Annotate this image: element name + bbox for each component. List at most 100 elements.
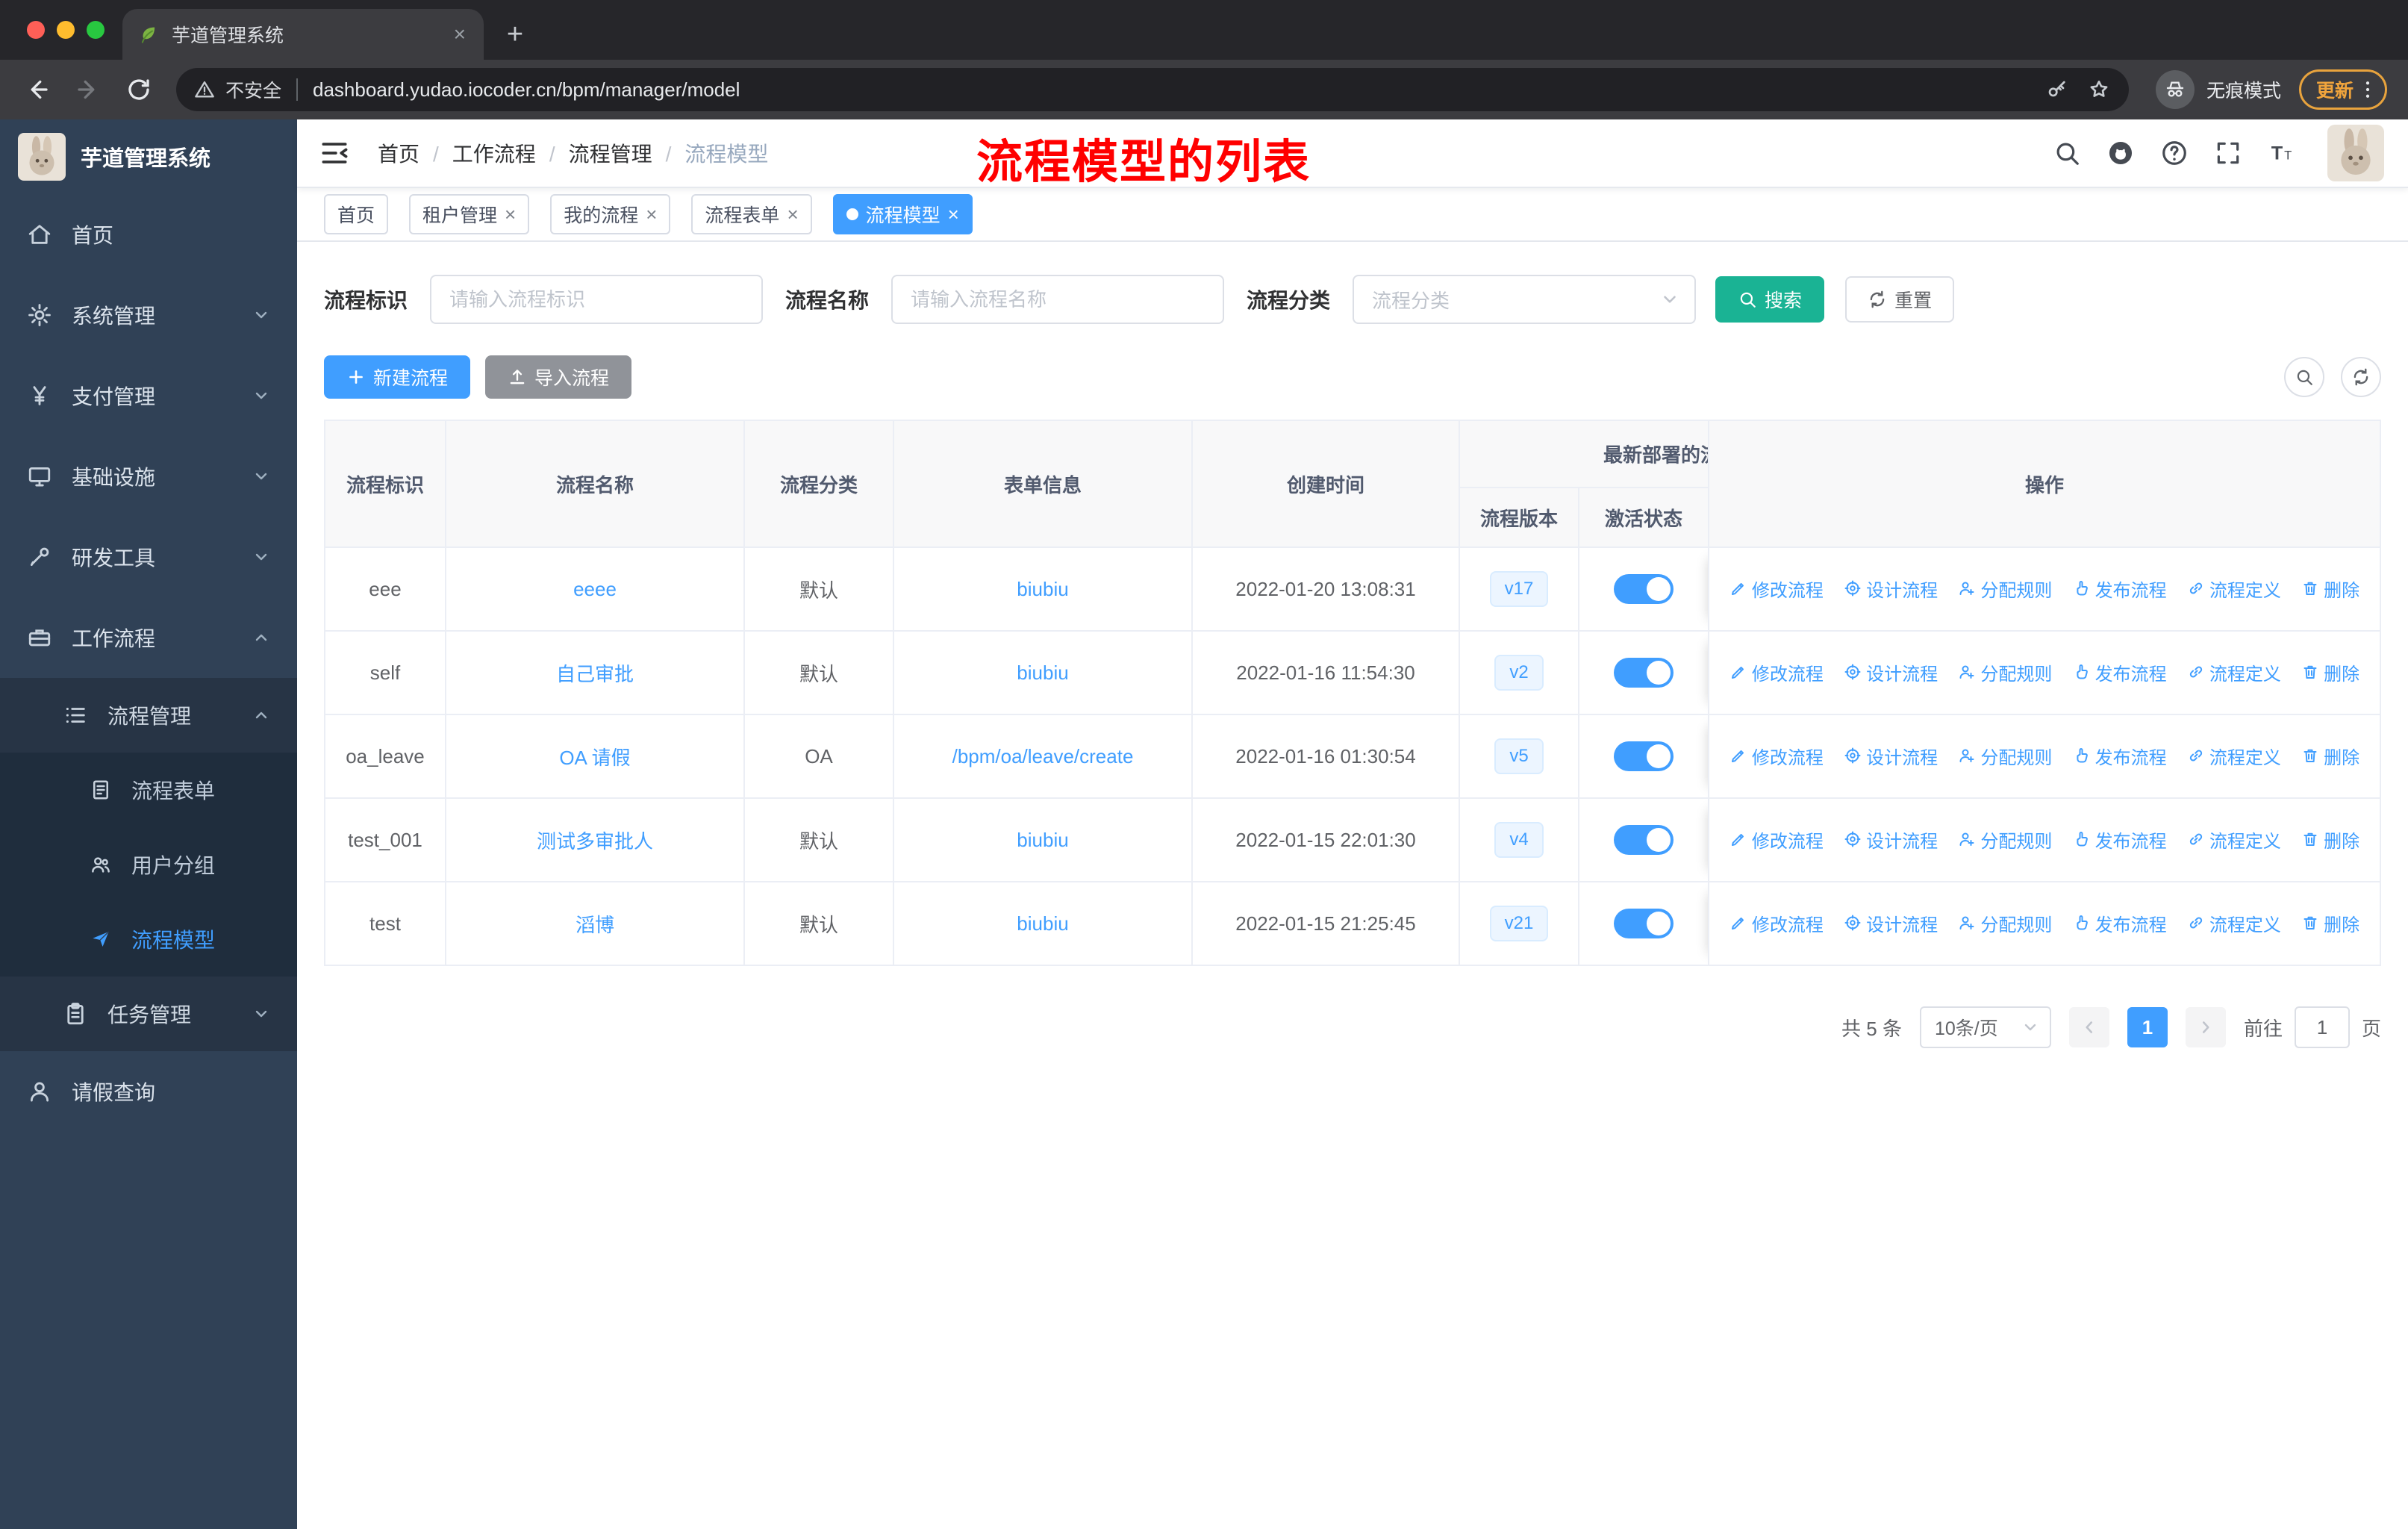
tag-my-process[interactable]: 我的流程 × (550, 194, 671, 234)
sidebar-item-process-management[interactable]: 流程管理 (0, 678, 297, 753)
status-toggle[interactable] (1614, 658, 1674, 688)
sidebar-item-process-form[interactable]: 流程表单 (0, 753, 297, 827)
github-icon[interactable] (2106, 139, 2135, 167)
create-process-button[interactable]: 新建流程 (324, 355, 471, 399)
design-process-link[interactable]: 设计流程 (1844, 659, 1938, 685)
sidebar-item-leave-query[interactable]: 请假查询 (0, 1051, 297, 1132)
menu-collapse-button[interactable] (318, 137, 351, 169)
close-icon[interactable]: × (948, 205, 959, 224)
publish-process-link[interactable]: 发布流程 (2073, 659, 2167, 685)
browser-menu-icon[interactable] (2356, 78, 2379, 101)
search-icon[interactable] (2053, 139, 2081, 167)
delete-process-link[interactable]: 删除 (2301, 659, 2359, 685)
window-zoom-button[interactable] (87, 21, 105, 39)
status-toggle[interactable] (1614, 909, 1674, 938)
tag-process-model[interactable]: 流程模型 × (832, 194, 973, 234)
breadcrumb-workflow[interactable]: 工作流程 (452, 138, 569, 168)
status-toggle[interactable] (1614, 741, 1674, 771)
delete-process-link[interactable]: 删除 (2301, 576, 2359, 602)
sidebar-item-payment[interactable]: 支付管理 (0, 355, 297, 436)
tag-home[interactable]: 首页 (324, 194, 389, 234)
sidebar-item-workflow[interactable]: 工作流程 (0, 597, 297, 678)
status-toggle[interactable] (1614, 825, 1674, 855)
publish-process-link[interactable]: 发布流程 (2073, 576, 2167, 602)
breadcrumb-home[interactable]: 首页 (378, 138, 452, 168)
assign-rule-link[interactable]: 分配规则 (1958, 826, 2052, 853)
sidebar-item-task-management[interactable]: 任务管理 (0, 977, 297, 1051)
sidebar-item-user-group[interactable]: 用户分组 (0, 827, 297, 902)
edit-process-link[interactable]: 修改流程 (1729, 826, 1824, 853)
tag-tenant[interactable]: 租户管理 × (409, 194, 530, 234)
prev-page-button[interactable] (2068, 1007, 2109, 1047)
process-name-link[interactable]: eeee (573, 578, 617, 600)
edit-process-link[interactable]: 修改流程 (1729, 743, 1824, 769)
page-size-select[interactable]: 10条/页 (1919, 1006, 2051, 1048)
process-id-input[interactable] (430, 275, 764, 324)
sidebar-item-process-model[interactable]: 流程模型 (0, 902, 297, 977)
next-page-button[interactable] (2185, 1007, 2226, 1047)
edit-process-link[interactable]: 修改流程 (1729, 910, 1824, 936)
forward-button[interactable] (66, 67, 110, 112)
search-button[interactable]: 搜索 (1715, 276, 1825, 323)
form-info-link[interactable]: biubiu (1017, 829, 1068, 851)
help-icon[interactable] (2160, 139, 2189, 167)
delete-process-link[interactable]: 删除 (2301, 826, 2359, 853)
address-bar[interactable]: 不安全 dashboard.yudao.iocoder.cn/bpm/manag… (176, 68, 2129, 111)
goto-page-input[interactable] (2294, 1006, 2350, 1048)
status-toggle[interactable] (1614, 574, 1674, 604)
window-minimize-button[interactable] (57, 21, 75, 39)
new-tab-button[interactable]: + (493, 12, 537, 57)
delete-process-link[interactable]: 删除 (2301, 743, 2359, 769)
font-size-icon[interactable] (2268, 139, 2296, 167)
publish-process-link[interactable]: 发布流程 (2073, 743, 2167, 769)
process-name-input[interactable] (891, 275, 1225, 324)
process-name-link[interactable]: 测试多审批人 (537, 830, 653, 853)
design-process-link[interactable]: 设计流程 (1844, 743, 1938, 769)
form-info-link[interactable]: biubiu (1017, 661, 1068, 684)
sidebar-item-infra[interactable]: 基础设施 (0, 436, 297, 517)
app-logo[interactable]: 芋道管理系统 (0, 119, 297, 194)
form-info-link[interactable]: biubiu (1017, 578, 1068, 600)
refresh-table-button[interactable] (2341, 357, 2381, 397)
tag-process-form[interactable]: 流程表单 × (691, 194, 812, 234)
design-process-link[interactable]: 设计流程 (1844, 826, 1938, 853)
breadcrumb-process-management[interactable]: 流程管理 (569, 138, 685, 168)
close-icon[interactable]: × (646, 205, 657, 224)
process-name-link[interactable]: OA 请假 (559, 747, 630, 769)
publish-process-link[interactable]: 发布流程 (2073, 910, 2167, 936)
delete-process-link[interactable]: 删除 (2301, 910, 2359, 936)
process-definition-link[interactable]: 流程定义 (2187, 659, 2281, 685)
import-process-button[interactable]: 导入流程 (485, 355, 632, 399)
assign-rule-link[interactable]: 分配规则 (1958, 576, 2052, 602)
sidebar-item-home[interactable]: 首页 (0, 194, 297, 275)
window-close-button[interactable] (27, 21, 45, 39)
publish-process-link[interactable]: 发布流程 (2073, 826, 2167, 853)
form-info-link[interactable]: biubiu (1017, 912, 1068, 935)
process-definition-link[interactable]: 流程定义 (2187, 576, 2281, 602)
edit-process-link[interactable]: 修改流程 (1729, 659, 1824, 685)
design-process-link[interactable]: 设计流程 (1844, 576, 1938, 602)
user-avatar[interactable] (2327, 125, 2384, 181)
assign-rule-link[interactable]: 分配规则 (1958, 910, 2052, 936)
design-process-link[interactable]: 设计流程 (1844, 910, 1938, 936)
back-button[interactable] (15, 67, 60, 112)
browser-tab[interactable]: 芋道管理系统 × (122, 9, 484, 60)
browser-update-chip[interactable]: 更新 (2298, 69, 2387, 110)
fullscreen-icon[interactable] (2214, 139, 2242, 167)
process-definition-link[interactable]: 流程定义 (2187, 910, 2281, 936)
password-key-icon[interactable] (2045, 78, 2069, 102)
bookmark-star-icon[interactable] (2087, 78, 2111, 102)
tab-close-icon[interactable]: × (451, 24, 469, 45)
toggle-search-button[interactable] (2284, 357, 2324, 397)
reload-button[interactable] (116, 67, 161, 112)
assign-rule-link[interactable]: 分配规则 (1958, 659, 2052, 685)
process-name-link[interactable]: 滔博 (576, 914, 614, 936)
page-number-current[interactable]: 1 (2127, 1007, 2168, 1047)
form-info-link[interactable]: /bpm/oa/leave/create (952, 745, 1134, 767)
reset-button[interactable]: 重置 (1845, 276, 1955, 323)
assign-rule-link[interactable]: 分配规则 (1958, 743, 2052, 769)
close-icon[interactable]: × (787, 205, 798, 224)
close-icon[interactable]: × (505, 205, 516, 224)
category-select[interactable]: 流程分类 (1353, 275, 1697, 324)
sidebar-item-system[interactable]: 系统管理 (0, 275, 297, 355)
